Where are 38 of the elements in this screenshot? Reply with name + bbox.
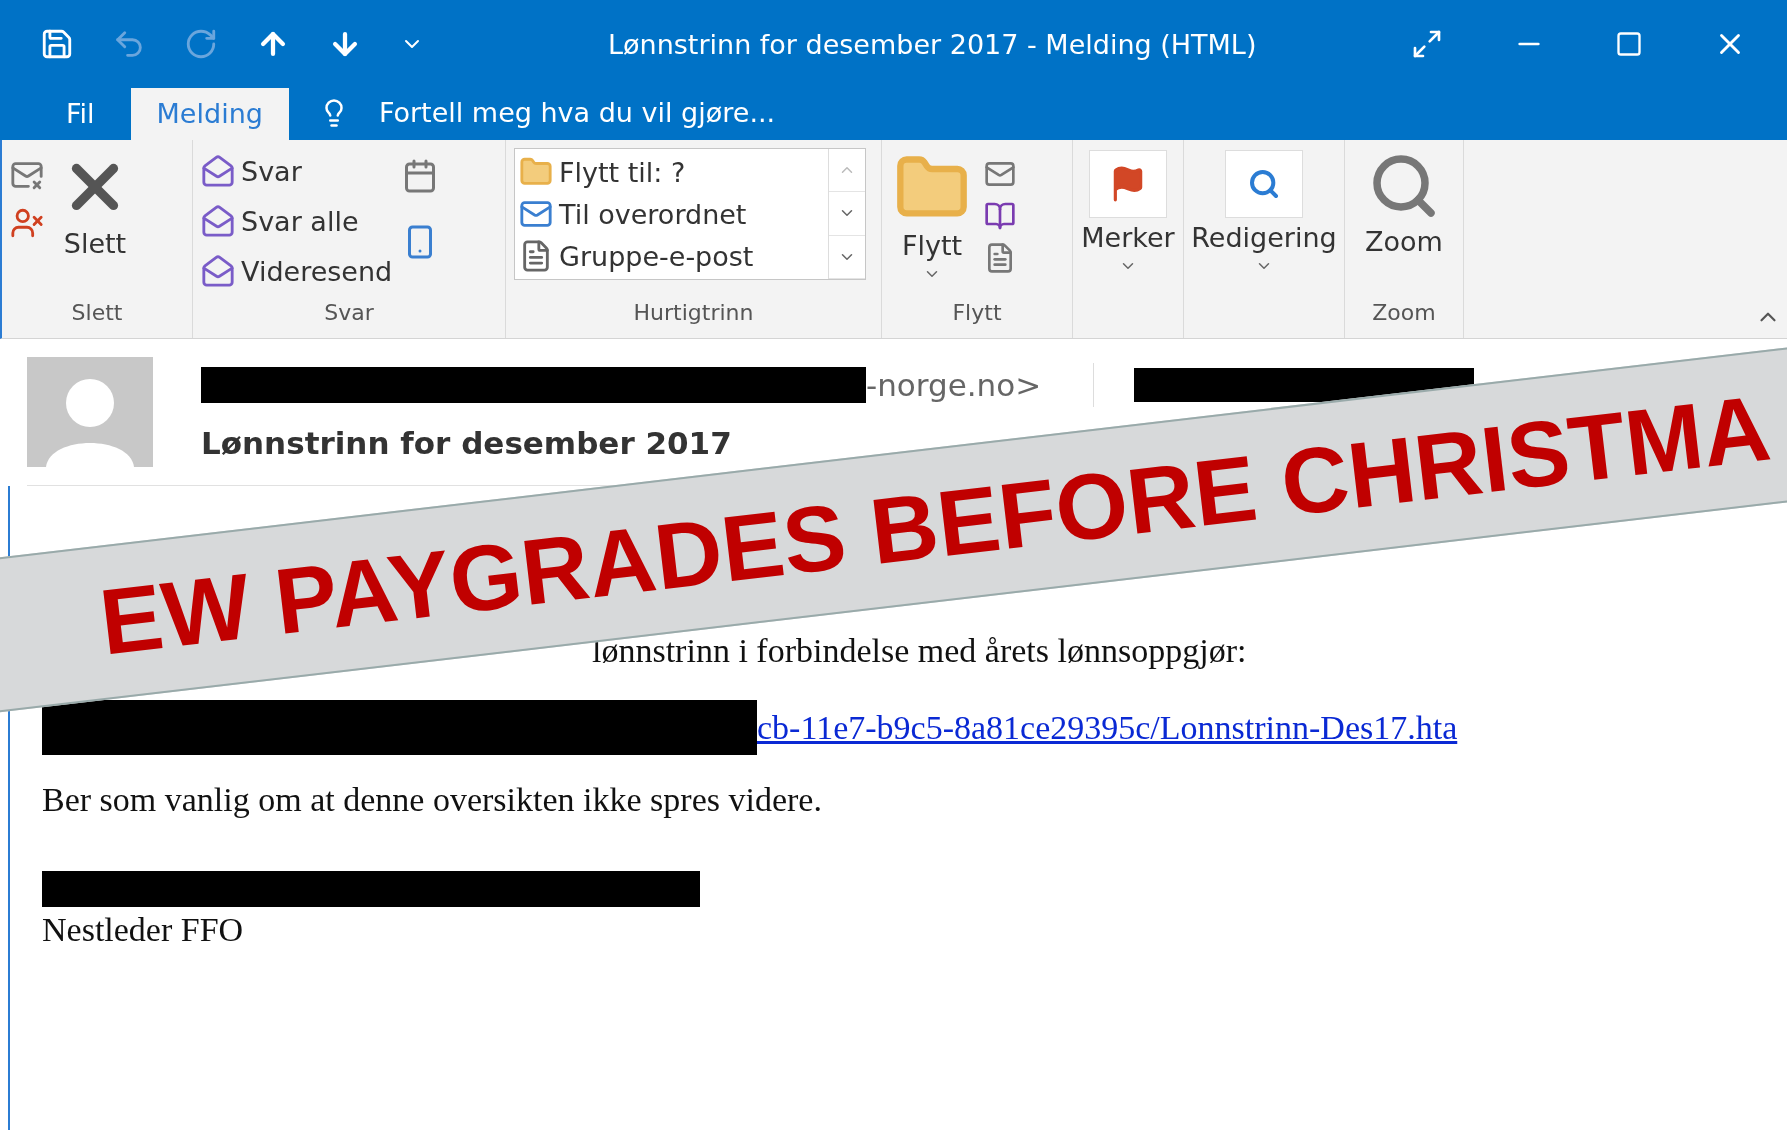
quick-step-item[interactable]: Flytt til: ? (519, 151, 824, 193)
reply-button[interactable]: Videresend (201, 250, 393, 292)
search-icon (1248, 168, 1280, 200)
delete-button[interactable]: Slett (54, 150, 136, 259)
save-icon[interactable] (40, 27, 74, 61)
maximize-icon[interactable] (1615, 30, 1643, 58)
ribbon-display-icon[interactable] (1411, 28, 1443, 60)
ribbon-tab[interactable]: Fil (40, 88, 121, 140)
reply-button[interactable]: Svar (201, 150, 302, 192)
group-label: Zoom (1371, 300, 1437, 327)
notebook-icon[interactable] (984, 200, 1016, 232)
group-label: Svar (323, 300, 375, 327)
envelope-icon (201, 204, 235, 238)
banner-headline-word: EW (94, 554, 256, 674)
block-user-icon[interactable] (10, 206, 44, 240)
sender-address: -norge.no> (866, 367, 1042, 403)
banner-headline-word: BEFORE (865, 436, 1262, 584)
envelope-icon (201, 154, 235, 188)
attachment-link[interactable]: cb-11e7-b9c5-8a81ce29395c/Lonnstrinn-Des17.hta (757, 708, 1458, 747)
window-title: Lønnstrinn for desember 2017 - Melding (HTML) (607, 28, 1258, 60)
tags-button[interactable]: Merker (1077, 150, 1179, 275)
email-subject: Lønnstrinn for desember 2017 (201, 425, 733, 461)
envelope-icon (201, 254, 235, 288)
tell-me-field[interactable]: Fortell meg hva du vil gjøre... (358, 97, 776, 140)
move-button[interactable]: Flytt (890, 150, 974, 283)
group-label: Slett (70, 300, 124, 327)
body-text: Ber som vanlig om at denne oversikten ikke spres videre. (42, 781, 823, 819)
zoom-button[interactable]: Zoom (1361, 150, 1447, 257)
group-label: Hurtigtrinn (632, 300, 755, 327)
quick-step-item[interactable]: Til overordnet (519, 193, 824, 235)
reply-button[interactable]: Svar alle (201, 200, 359, 242)
editing-button[interactable]: Redigering (1187, 150, 1341, 275)
signature-title: Nestleder FFO (42, 911, 245, 949)
body-text: lønnstrinn i forbindelse med årets lønnsoppgjør: (592, 632, 1248, 670)
banner-headline-word: CHRISTMA (1275, 376, 1776, 536)
group-label: Flytt (951, 300, 1003, 327)
ribbon-tab[interactable]: Melding (130, 88, 289, 140)
quick-step-item[interactable]: Gruppe-e-post (519, 235, 824, 277)
